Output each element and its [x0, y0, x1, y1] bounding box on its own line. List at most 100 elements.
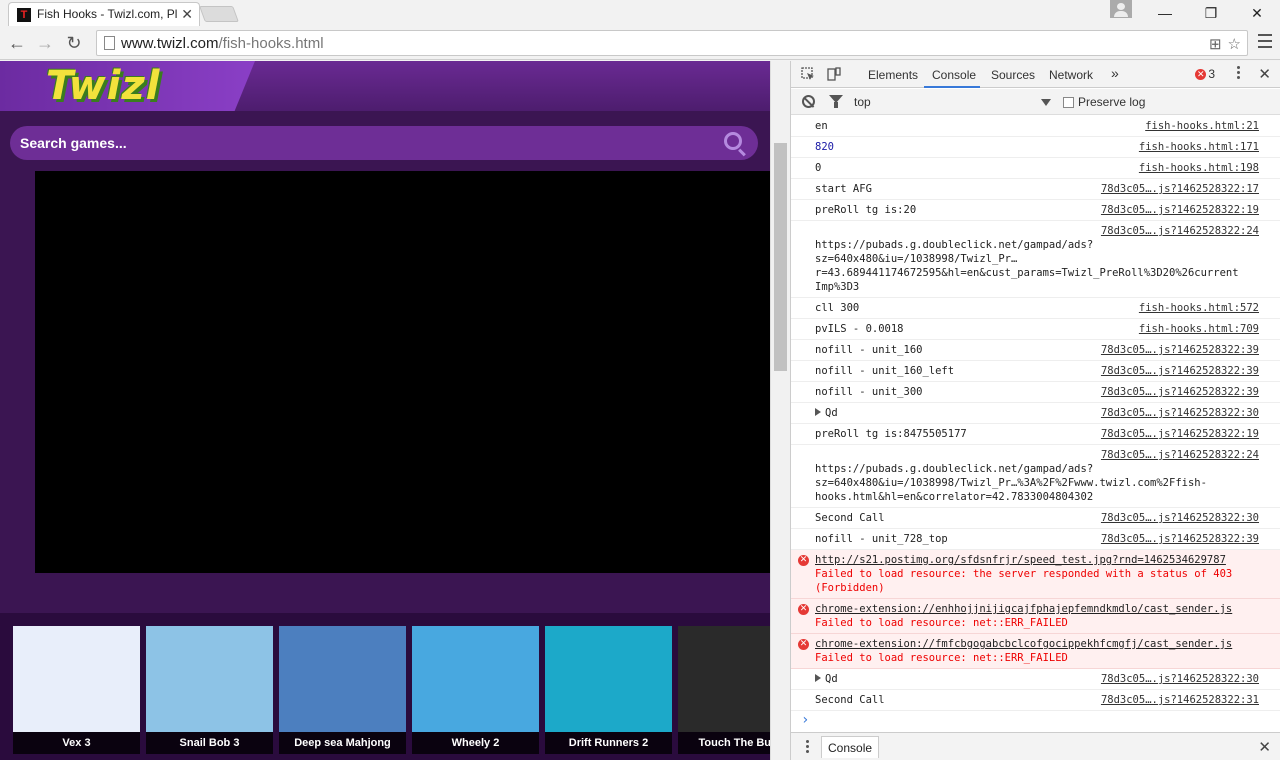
game-thumbnail[interactable]: Wheely 2 [412, 626, 539, 754]
window-close-icon[interactable]: ✕ [1234, 0, 1280, 26]
console-source-link[interactable]: chrome-extension://enhhojjnijigcajfphaje… [815, 602, 1259, 616]
browser-tab[interactable]: T Fish Hooks - Twizl.com, Pl ✕ [8, 2, 200, 26]
console-message: Qd [825, 673, 838, 685]
devtools-menu-icon[interactable] [1237, 66, 1241, 81]
page-viewport: Twizl Search games... Vex 3 Snail Bob 3 De… [0, 61, 770, 760]
console-log-row: preRoll tg is:8475505177 78d3c05….js?1462… [791, 424, 1280, 445]
logo-banner[interactable]: Twizl [0, 61, 255, 111]
console-source-link[interactable]: chrome-extension://fmfcbgogabcbclcofgoci… [815, 637, 1259, 651]
page-icon [104, 36, 115, 50]
tab-title: Fish Hooks - Twizl.com, Pl [37, 7, 178, 21]
console-source-link[interactable]: 78d3c05….js?1462528322:30 [1101, 406, 1259, 420]
console-source-link[interactable]: 78d3c05….js?1462528322:24 [1101, 448, 1259, 462]
console-source-link[interactable]: fish-hooks.html:198 [1139, 161, 1259, 175]
console-source-link[interactable]: 78d3c05….js?1462528322:17 [1101, 182, 1259, 196]
console-source-link[interactable]: 78d3c05….js?1462528322:39 [1101, 343, 1259, 357]
bookmark-star-icon[interactable]: ☆ [1228, 35, 1241, 53]
console-error-row: ✕ chrome-extension://enhhojjnijigcajfphaj… [791, 599, 1280, 634]
error-icon: ✕ [1195, 68, 1207, 80]
page-scroll-thumb[interactable] [774, 143, 787, 371]
profile-avatar-icon[interactable] [1110, 0, 1132, 18]
new-tab-button[interactable] [199, 6, 239, 22]
console-log-row: Second Call 78d3c05….js?1462528322:30 [791, 508, 1280, 529]
game-thumbnail[interactable]: Snail Bob 3 [146, 626, 273, 754]
console-message: Second Call [815, 694, 885, 706]
console-log-row: cll 300 fish-hooks.html:572 [791, 298, 1280, 319]
console-source-link[interactable]: 78d3c05….js?1462528322:31 [1101, 693, 1259, 707]
console-log-row: en fish-hooks.html:21 [791, 116, 1280, 137]
active-tab-indicator [924, 86, 980, 88]
game-search-bar[interactable]: Search games... [10, 126, 758, 160]
tab-sources[interactable]: Sources [991, 68, 1035, 82]
game-thumbnail[interactable]: Vex 3 [13, 626, 140, 754]
console-source-link[interactable]: 78d3c05….js?1462528322:30 [1101, 511, 1259, 525]
console-source-link[interactable]: 78d3c05….js?1462528322:30 [1101, 672, 1259, 686]
game-frame[interactable] [35, 171, 770, 573]
console-source-link[interactable]: 78d3c05….js?1462528322:39 [1101, 364, 1259, 378]
device-toolbar-icon[interactable] [827, 67, 841, 81]
drawer-close-icon[interactable]: ✕ [1258, 738, 1271, 756]
translate-icon[interactable]: ⊞ [1209, 35, 1222, 53]
clear-console-icon[interactable] [802, 95, 815, 108]
console-message: cll 300 [815, 302, 860, 314]
minimize-icon[interactable]: — [1142, 0, 1188, 26]
game-thumbnail[interactable]: Touch The Bubb [678, 626, 770, 754]
preserve-log-toggle[interactable]: Preserve log [1063, 95, 1145, 109]
console-source-link[interactable]: fish-hooks.html:171 [1139, 140, 1259, 154]
console-message: 820 [815, 141, 834, 153]
console-source-link[interactable]: 78d3c05….js?1462528322:19 [1101, 427, 1259, 441]
page-scrollbar[interactable] [770, 61, 790, 760]
twizl-logo[interactable]: Twizl [46, 63, 160, 109]
search-input[interactable]: Search games... [20, 135, 127, 151]
more-tabs-icon[interactable]: » [1111, 65, 1119, 81]
game-thumbnail[interactable]: Deep sea Mahjong [279, 626, 406, 754]
console-message: pvILS - 0.0018 [815, 323, 904, 335]
console-prompt-input[interactable] [791, 711, 1280, 731]
expand-arrow-icon[interactable] [815, 408, 821, 416]
chevron-down-icon[interactable] [1041, 99, 1051, 106]
console-error-row: ✕ chrome-extension://fmfcbgogabcbclcofgoc… [791, 634, 1280, 669]
restore-icon[interactable]: ❐ [1188, 0, 1234, 26]
url-path: /fish-hooks.html [218, 35, 324, 52]
console-message: https://pubads.g.doubleclick.net/gampad/… [815, 463, 1207, 503]
game-title: Drift Runners 2 [545, 732, 672, 754]
drawer-menu-icon[interactable] [806, 740, 809, 755]
context-selector[interactable]: top [854, 95, 871, 109]
console-message: Qd [825, 407, 838, 419]
console-source-link[interactable]: http://s21.postimg.org/sfdsnfrjr/speed_t… [815, 553, 1259, 567]
tab-close-icon[interactable]: ✕ [181, 6, 193, 23]
filter-icon[interactable] [829, 95, 843, 108]
console-log-row: https://pubads.g.doubleclick.net/gampad/… [791, 445, 1280, 508]
preserve-log-checkbox[interactable] [1063, 96, 1074, 108]
console-message: nofill - unit_300 [815, 386, 923, 398]
reload-icon[interactable]: ↻ [63, 32, 85, 54]
game-thumbnail[interactable]: Drift Runners 2 [545, 626, 672, 754]
console-source-link[interactable]: fish-hooks.html:572 [1139, 301, 1259, 315]
drawer-tab-console[interactable]: Console [821, 736, 880, 758]
address-bar[interactable]: www.twizl.com/fish-hooks.html ⊞ ☆ [96, 30, 1248, 56]
console-source-link[interactable]: 78d3c05….js?1462528322:39 [1101, 532, 1259, 546]
forward-arrow-icon[interactable]: → [34, 32, 56, 54]
window-controls: — ❐ ✕ [1142, 0, 1280, 26]
inspect-element-icon[interactable] [801, 67, 815, 81]
tab-network[interactable]: Network [1049, 68, 1093, 82]
devtools-close-icon[interactable]: ✕ [1258, 65, 1271, 83]
search-icon[interactable] [724, 132, 742, 150]
console-source-link[interactable]: 78d3c05….js?1462528322:19 [1101, 203, 1259, 217]
site-header: Twizl [0, 61, 770, 111]
expand-arrow-icon[interactable] [815, 674, 821, 682]
chrome-menu-icon[interactable] [1258, 34, 1272, 50]
tab-console[interactable]: Console [932, 68, 976, 82]
console-source-link[interactable]: 78d3c05….js?1462528322:39 [1101, 385, 1259, 399]
console-log-row: Qd 78d3c05….js?1462528322:30 [791, 669, 1280, 690]
tab-elements[interactable]: Elements [868, 68, 918, 82]
console-source-link[interactable]: fish-hooks.html:709 [1139, 322, 1259, 336]
game-thumbnail-image [146, 626, 273, 732]
console-source-link[interactable]: 78d3c05….js?1462528322:24 [1101, 224, 1259, 238]
error-count-badge[interactable]: ✕ 3 [1195, 67, 1215, 81]
console-source-link[interactable]: fish-hooks.html:21 [1145, 119, 1259, 133]
error-icon: ✕ [798, 604, 809, 615]
console-log-row: Qd 78d3c05….js?1462528322:30 [791, 403, 1280, 424]
error-count: 3 [1208, 67, 1215, 81]
back-arrow-icon[interactable]: ← [6, 32, 28, 54]
